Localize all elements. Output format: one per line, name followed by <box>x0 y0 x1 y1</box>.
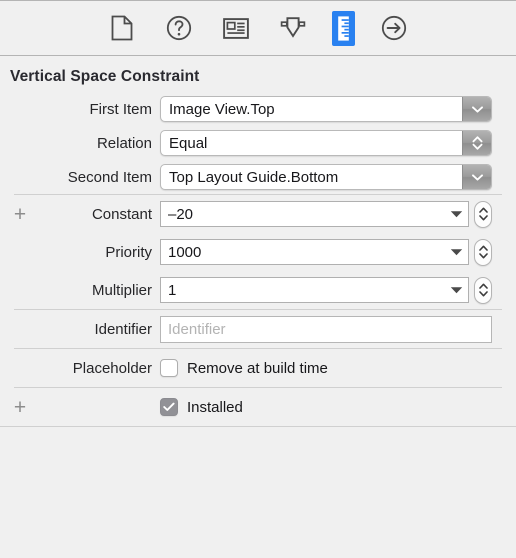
relation-row: Relation Equal <box>0 126 516 160</box>
second-item-row: Second Item Top Layout Guide.Bottom <box>0 160 516 194</box>
identifier-field-area: Identifier <box>160 310 516 348</box>
file-inspector-button[interactable] <box>104 10 140 46</box>
chevron-up-down-icon <box>462 131 491 155</box>
multiplier-row: Multiplier 1 <box>0 271 516 309</box>
triangle-down-icon[interactable] <box>444 286 468 294</box>
file-icon <box>111 15 133 41</box>
priority-stepper[interactable] <box>474 238 492 266</box>
identity-card-icon <box>223 17 249 39</box>
stepper-down-icon <box>478 291 488 297</box>
triangle-down-icon[interactable] <box>444 210 468 218</box>
priority-row: Priority 1000 <box>0 233 516 271</box>
identifier-placeholder: Identifier <box>168 320 226 338</box>
relation-value: Equal <box>169 134 208 152</box>
installed-row: + Installed <box>0 388 516 426</box>
first-item-value: Image View.Top <box>169 100 275 118</box>
remove-at-build-time-checkrow[interactable]: Remove at build time <box>160 359 328 377</box>
priority-combo[interactable]: 1000 <box>160 239 469 265</box>
multiplier-stepper[interactable] <box>474 276 492 304</box>
installed-checkrow[interactable]: Installed <box>160 398 243 416</box>
chevron-down-icon <box>462 165 491 189</box>
relation-label: Relation <box>96 134 152 152</box>
placeholder-row: Placeholder Remove at build time <box>0 349 516 387</box>
page-title: Vertical Space Constraint <box>10 68 200 85</box>
add-installed-button[interactable]: + <box>10 388 30 426</box>
ruler-icon <box>336 15 351 42</box>
size-inspector-button[interactable] <box>332 10 355 46</box>
divider-bottom <box>0 426 516 427</box>
placeholder-field-area: Remove at build time <box>160 349 516 387</box>
installed-label: Installed <box>187 398 243 416</box>
help-icon <box>166 15 192 41</box>
relation-popup[interactable]: Equal <box>160 130 492 156</box>
connections-inspector-button[interactable] <box>376 10 412 46</box>
installed-field-area: Installed <box>160 388 516 426</box>
installed-checkbox[interactable] <box>160 398 178 416</box>
attributes-inspector-button[interactable] <box>275 10 311 46</box>
priority-label: Priority <box>105 243 152 261</box>
identifier-row: Identifier Identifier <box>0 310 516 348</box>
constant-combo[interactable]: –20 <box>160 201 469 227</box>
constant-field-area: –20 <box>160 195 516 233</box>
connections-arrow-icon <box>381 15 407 41</box>
identifier-input[interactable]: Identifier <box>160 315 492 343</box>
first-item-popup[interactable]: Image View.Top <box>160 96 492 122</box>
remove-at-build-time-label: Remove at build time <box>187 359 328 377</box>
second-item-value: Top Layout Guide.Bottom <box>169 168 339 186</box>
stepper-down-icon <box>478 215 488 221</box>
constant-stepper[interactable] <box>474 200 492 228</box>
constant-row: + Constant –20 <box>0 195 516 233</box>
multiplier-value: 1 <box>168 281 177 299</box>
first-item-field-area: Image View.Top <box>160 92 516 126</box>
checkmark-icon <box>163 402 175 411</box>
multiplier-field-area: 1 <box>160 271 516 309</box>
first-item-label: First Item <box>89 100 153 118</box>
remove-at-build-time-checkbox[interactable] <box>160 359 178 377</box>
priority-field-area: 1000 <box>160 233 516 271</box>
relation-field-area: Equal <box>160 126 516 160</box>
attributes-shield-icon <box>279 15 307 41</box>
multiplier-label: Multiplier <box>91 281 152 299</box>
second-item-field-area: Top Layout Guide.Bottom <box>160 160 516 194</box>
stepper-up-icon <box>478 283 488 289</box>
multiplier-combo[interactable]: 1 <box>160 277 469 303</box>
stepper-down-icon <box>478 253 488 259</box>
second-item-popup[interactable]: Top Layout Guide.Bottom <box>160 164 492 190</box>
placeholder-label: Placeholder <box>72 359 152 377</box>
constant-value: –20 <box>168 205 194 223</box>
triangle-down-icon[interactable] <box>444 248 468 256</box>
stepper-up-icon <box>478 245 488 251</box>
identifier-label: Identifier <box>94 320 152 338</box>
second-item-label: Second Item <box>67 168 152 186</box>
priority-value: 1000 <box>168 243 202 261</box>
stepper-up-icon <box>478 207 488 213</box>
constraint-form: First Item Image View.Top Relation Equal <box>0 86 516 427</box>
identity-inspector-button[interactable] <box>218 10 254 46</box>
inspector-toolbar <box>0 0 516 56</box>
chevron-down-icon <box>462 97 491 121</box>
add-constant-button[interactable]: + <box>10 195 30 233</box>
quick-help-inspector-button[interactable] <box>161 10 197 46</box>
first-item-row: First Item Image View.Top <box>0 92 516 126</box>
